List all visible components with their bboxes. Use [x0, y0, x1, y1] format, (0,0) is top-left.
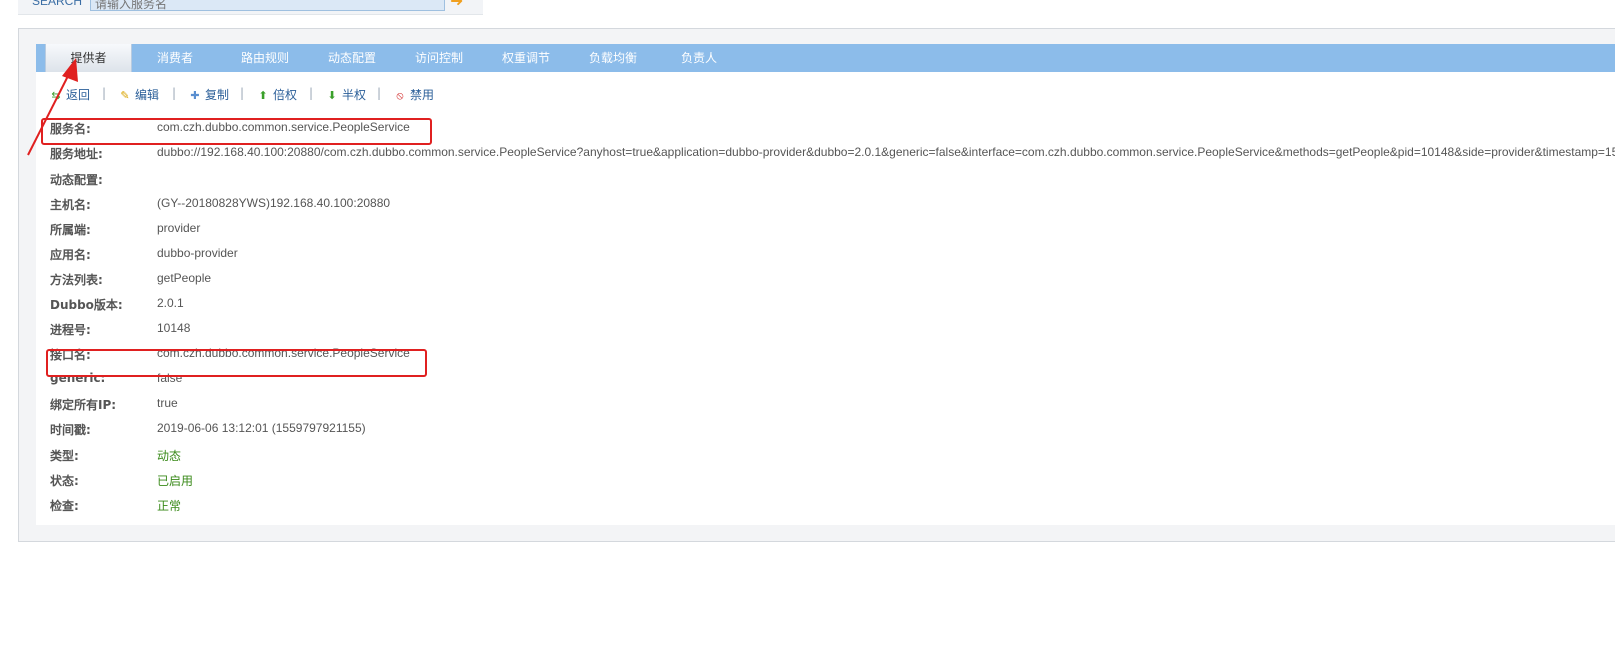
detail-row: 进程号: 10148: [50, 321, 1615, 345]
tab-owners[interactable]: 负责人: [664, 44, 734, 72]
double-label: 倍权: [273, 88, 298, 102]
disable-button[interactable]: ⦸ 禁用: [394, 86, 434, 103]
half-label: 半权: [342, 88, 367, 102]
type-value: 动态: [157, 449, 182, 463]
field-value: provider: [157, 221, 201, 235]
disable-label: 禁用: [410, 88, 435, 102]
tab-weights[interactable]: 权重调节: [486, 44, 566, 72]
copy-label: 复制: [205, 88, 230, 102]
field-value: true: [157, 396, 178, 410]
detail-row: 应用名: dubbo-provider: [50, 246, 1615, 270]
tab-consumers[interactable]: 消费者: [140, 44, 210, 72]
tab-bar: 提供者 消费者 路由规则 动态配置 访问控制 权重调节 负载均衡 负责人: [36, 44, 1615, 72]
detail-row: 检查: 正常: [50, 497, 1615, 521]
forbidden-icon: ⦸: [396, 89, 404, 102]
field-label: 主机名:: [50, 198, 91, 212]
field-label: 动态配置:: [50, 173, 103, 187]
search-input[interactable]: [90, 0, 445, 11]
tab-access-control[interactable]: 访问控制: [399, 44, 479, 72]
up-arrow-icon: ⬆: [258, 89, 268, 102]
arrow-right-icon[interactable]: ➜: [450, 0, 472, 9]
field-value: dubbo-provider: [157, 246, 238, 260]
detail-row: 所属端: provider: [50, 221, 1615, 245]
field-value: 10148: [157, 321, 191, 335]
field-label: 类型:: [50, 449, 79, 463]
separator: |: [172, 86, 177, 100]
detail-row: 绑定所有IP: true: [50, 396, 1615, 420]
detail-row: Dubbo版本: 2.0.1: [50, 296, 1615, 320]
content-panel: 提供者 消费者 路由规则 动态配置 访问控制 权重调节 负载均衡 负责人 ⇆ 返回…: [18, 28, 1615, 542]
detail-row: 服务地址: dubbo://192.168.40.100:20880/com.cz…: [50, 145, 1615, 169]
field-value: dubbo://192.168.40.100:20880/com.czh.dub…: [157, 145, 1615, 159]
field-label: 应用名:: [50, 248, 91, 262]
field-label: 状态:: [50, 474, 79, 488]
field-value: getPeople: [157, 271, 212, 285]
field-label: Dubbo版本:: [50, 298, 123, 312]
detail-row: 方法列表: getPeople: [50, 271, 1615, 295]
edit-button[interactable]: ✎ 编辑: [119, 86, 159, 103]
provider-detail-container: 提供者 消费者 路由规则 动态配置 访问控制 权重调节 负载均衡 负责人 ⇆ 返回…: [36, 44, 1615, 525]
field-label: 方法列表:: [50, 273, 103, 287]
field-label: 时间戳:: [50, 423, 91, 437]
annotation-box-interface-name: [46, 349, 427, 377]
edit-label: 编辑: [135, 88, 160, 102]
detail-row: 状态: 已启用: [50, 472, 1615, 496]
field-value: 2019-06-06 13:12:01 (1559797921155): [157, 421, 366, 435]
check-value: 正常: [157, 499, 182, 513]
separator: |: [309, 86, 314, 100]
pencil-icon: ✎: [120, 89, 130, 102]
tab-load-balance[interactable]: 负载均衡: [573, 44, 653, 72]
field-value: 2.0.1: [157, 296, 184, 310]
tab-dynamic-config[interactable]: 动态配置: [312, 44, 392, 72]
double-weight-button[interactable]: ⬆ 倍权: [257, 86, 297, 103]
field-label: 检查:: [50, 499, 79, 513]
detail-row: 动态配置:: [50, 171, 1615, 195]
field-value: (GY--20180828YWS)192.168.40.100:20880: [157, 196, 391, 210]
detail-row: 时间戳: 2019-06-06 13:12:01 (1559797921155): [50, 421, 1615, 445]
detail-row: 主机名: (GY--20180828YWS)192.168.40.100:2088…: [50, 196, 1615, 220]
separator: |: [377, 86, 382, 100]
field-label: 所属端:: [50, 223, 91, 237]
down-arrow-icon: ⬇: [327, 89, 337, 102]
annotation-arrow-icon: [27, 58, 78, 156]
plus-icon: ✚: [190, 89, 200, 102]
detail-row: 类型: 动态: [50, 447, 1615, 471]
status-value: 已启用: [157, 474, 194, 488]
field-label: 绑定所有IP:: [50, 398, 117, 412]
separator: |: [240, 86, 245, 100]
copy-button[interactable]: ✚ 复制: [189, 86, 229, 103]
tab-routes[interactable]: 路由规则: [225, 44, 305, 72]
half-weight-button[interactable]: ⬇ 半权: [326, 86, 366, 103]
field-label: 进程号:: [50, 323, 91, 337]
